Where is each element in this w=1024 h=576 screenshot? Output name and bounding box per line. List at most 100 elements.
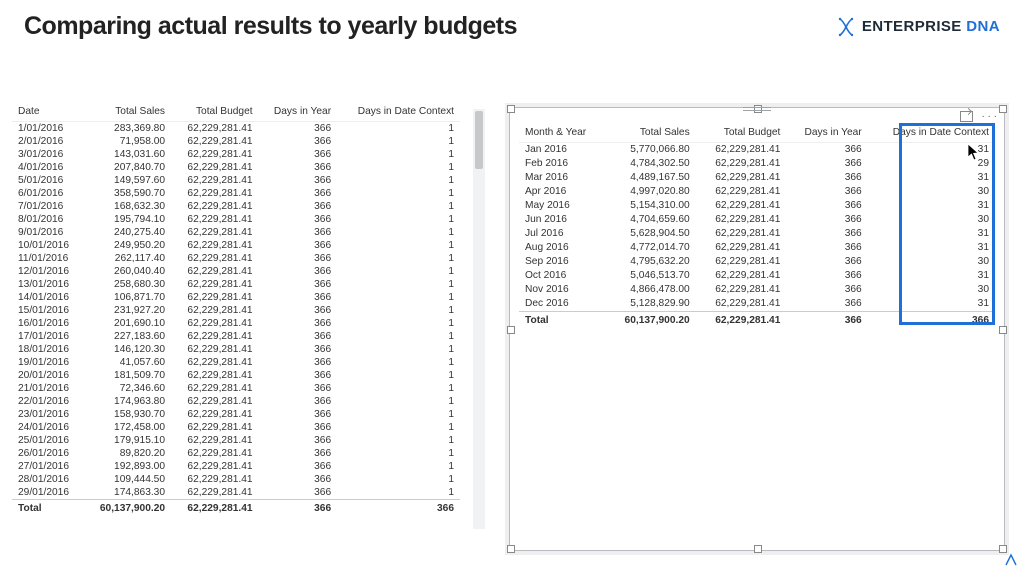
resize-handle[interactable] xyxy=(999,105,1007,113)
table-row[interactable]: 7/01/2016168,632.3062,229,281.413661 xyxy=(12,200,460,213)
cell: 14/01/2016 xyxy=(12,291,83,304)
daily-table-visual[interactable]: DateTotal SalesTotal BudgetDays in YearD… xyxy=(12,105,487,553)
total-row[interactable]: Total60,137,900.2062,229,281.41366366 xyxy=(12,500,460,516)
table-row[interactable]: 4/01/2016207,840.7062,229,281.413661 xyxy=(12,161,460,174)
cell: 366 xyxy=(259,226,338,239)
table-row[interactable]: Aug 20164,772,014.7062,229,281.4136631 xyxy=(519,241,995,255)
drag-grip-icon[interactable] xyxy=(737,106,777,112)
table-row[interactable]: 9/01/2016240,275.4062,229,281.413661 xyxy=(12,226,460,239)
table-row[interactable]: Jun 20164,704,659.6062,229,281.4136630 xyxy=(519,213,995,227)
cell: 62,229,281.41 xyxy=(696,213,787,227)
column-header[interactable]: Total Sales xyxy=(605,125,696,142)
cell: 227,183.60 xyxy=(83,330,171,343)
column-header[interactable]: Total Budget xyxy=(696,125,787,142)
cell: 192,893.00 xyxy=(83,460,171,473)
cell: 7/01/2016 xyxy=(12,200,83,213)
table-row[interactable]: Feb 20164,784,302.5062,229,281.4136629 xyxy=(519,157,995,171)
table-row[interactable]: 2/01/201671,958.0062,229,281.413661 xyxy=(12,135,460,148)
cell: 366 xyxy=(259,278,338,291)
table-row[interactable]: 16/01/2016201,690.1062,229,281.413661 xyxy=(12,317,460,330)
cell: 4,489,167.50 xyxy=(605,171,696,185)
table-row[interactable]: 25/01/2016179,915.1062,229,281.413661 xyxy=(12,434,460,447)
table-row[interactable]: 5/01/2016149,597.6062,229,281.413661 xyxy=(12,174,460,187)
column-header[interactable]: Date xyxy=(12,105,83,122)
cell: 1 xyxy=(337,460,460,473)
cell: 31 xyxy=(868,269,995,283)
subscribe-icon[interactable] xyxy=(1004,553,1018,572)
vertical-scrollbar[interactable] xyxy=(473,109,485,529)
cell: Total xyxy=(519,311,605,327)
table-row[interactable]: 24/01/2016172,458.0062,229,281.413661 xyxy=(12,421,460,434)
table-row[interactable]: Oct 20165,046,513.7062,229,281.4136631 xyxy=(519,269,995,283)
resize-handle[interactable] xyxy=(754,545,762,553)
table-row[interactable]: 18/01/2016146,120.3062,229,281.413661 xyxy=(12,343,460,356)
cell: 366 xyxy=(786,297,867,312)
focus-mode-icon[interactable] xyxy=(960,111,973,122)
table-row[interactable]: 23/01/2016158,930.7062,229,281.413661 xyxy=(12,408,460,421)
table-row[interactable]: 12/01/2016260,040.4062,229,281.413661 xyxy=(12,265,460,278)
table-row[interactable]: 27/01/2016192,893.0062,229,281.413661 xyxy=(12,460,460,473)
table-row[interactable]: 20/01/2016181,509.7062,229,281.413661 xyxy=(12,369,460,382)
cell: 18/01/2016 xyxy=(12,343,83,356)
table-row[interactable]: 11/01/2016262,117.4062,229,281.413661 xyxy=(12,252,460,265)
table-row[interactable]: 22/01/2016174,963.8062,229,281.413661 xyxy=(12,395,460,408)
resize-handle[interactable] xyxy=(507,105,515,113)
column-header[interactable]: Days in Year xyxy=(259,105,338,122)
cell: 1 xyxy=(337,473,460,486)
table-row[interactable]: May 20165,154,310.0062,229,281.4136631 xyxy=(519,199,995,213)
cell: 62,229,281.41 xyxy=(696,283,787,297)
more-options-icon[interactable]: · · · xyxy=(981,111,997,122)
cell: 62,229,281.41 xyxy=(171,330,259,343)
table-row[interactable]: 14/01/2016106,871.7062,229,281.413661 xyxy=(12,291,460,304)
table-row[interactable]: 15/01/2016231,927.2062,229,281.413661 xyxy=(12,304,460,317)
column-header[interactable]: Total Budget xyxy=(171,105,259,122)
table-row[interactable]: 13/01/2016258,680.3062,229,281.413661 xyxy=(12,278,460,291)
cell: 366 xyxy=(259,187,338,200)
monthly-table: Month & YearTotal SalesTotal BudgetDays … xyxy=(519,125,995,327)
column-header[interactable]: Days in Date Context xyxy=(337,105,460,122)
monthly-table-visual[interactable]: · · · Month & YearTotal SalesTotal Budge… xyxy=(507,105,1007,553)
total-row[interactable]: Total60,137,900.2062,229,281.41366366 xyxy=(519,311,995,327)
cell: 1 xyxy=(337,200,460,213)
table-row[interactable]: 21/01/201672,346.6062,229,281.413661 xyxy=(12,382,460,395)
resize-handle[interactable] xyxy=(999,326,1007,334)
cell: 258,680.30 xyxy=(83,278,171,291)
table-row[interactable]: Jul 20165,628,904.5062,229,281.4136631 xyxy=(519,227,995,241)
cell: 25/01/2016 xyxy=(12,434,83,447)
table-row[interactable]: 10/01/2016249,950.2062,229,281.413661 xyxy=(12,239,460,252)
table-row[interactable]: Apr 20164,997,020.8062,229,281.4136630 xyxy=(519,185,995,199)
resize-handle[interactable] xyxy=(507,545,515,553)
column-header[interactable]: Days in Date Context xyxy=(868,125,995,142)
table-row[interactable]: 19/01/201641,057.6062,229,281.413661 xyxy=(12,356,460,369)
table-row[interactable]: 3/01/2016143,031.6062,229,281.413661 xyxy=(12,148,460,161)
resize-handle[interactable] xyxy=(999,545,1007,553)
cell: 262,117.40 xyxy=(83,252,171,265)
column-header[interactable]: Month & Year xyxy=(519,125,605,142)
table-row[interactable]: 6/01/2016358,590.7062,229,281.413661 xyxy=(12,187,460,200)
cell: 62,229,281.41 xyxy=(171,343,259,356)
cell: 366 xyxy=(259,265,338,278)
table-row[interactable]: Mar 20164,489,167.5062,229,281.4136631 xyxy=(519,171,995,185)
column-header[interactable]: Total Sales xyxy=(83,105,171,122)
scrollbar-thumb[interactable] xyxy=(475,111,483,169)
cell: 366 xyxy=(259,161,338,174)
table-row[interactable]: 17/01/2016227,183.6062,229,281.413661 xyxy=(12,330,460,343)
table-row[interactable]: Dec 20165,128,829.9062,229,281.4136631 xyxy=(519,297,995,312)
table-row[interactable]: Nov 20164,866,478.0062,229,281.4136630 xyxy=(519,283,995,297)
table-row[interactable]: 29/01/2016174,863.3062,229,281.413661 xyxy=(12,486,460,500)
table-row[interactable]: 1/01/2016283,369.8062,229,281.413661 xyxy=(12,122,460,136)
cell: 20/01/2016 xyxy=(12,369,83,382)
cell: 366 xyxy=(259,500,338,516)
panels: DateTotal SalesTotal BudgetDays in YearD… xyxy=(12,105,1012,566)
table-row[interactable]: Sep 20164,795,632.2062,229,281.4136630 xyxy=(519,255,995,269)
cell: 62,229,281.41 xyxy=(171,486,259,500)
cell: 366 xyxy=(259,291,338,304)
table-row[interactable]: 26/01/201689,820.2062,229,281.413661 xyxy=(12,447,460,460)
column-header[interactable]: Days in Year xyxy=(786,125,867,142)
table-row[interactable]: 8/01/2016195,794.1062,229,281.413661 xyxy=(12,213,460,226)
resize-handle[interactable] xyxy=(507,326,515,334)
table-row[interactable]: 28/01/2016109,444.5062,229,281.413661 xyxy=(12,473,460,486)
cell: 62,229,281.41 xyxy=(171,291,259,304)
table-row[interactable]: Jan 20165,770,066.8062,229,281.4136631 xyxy=(519,142,995,157)
cell: May 2016 xyxy=(519,199,605,213)
